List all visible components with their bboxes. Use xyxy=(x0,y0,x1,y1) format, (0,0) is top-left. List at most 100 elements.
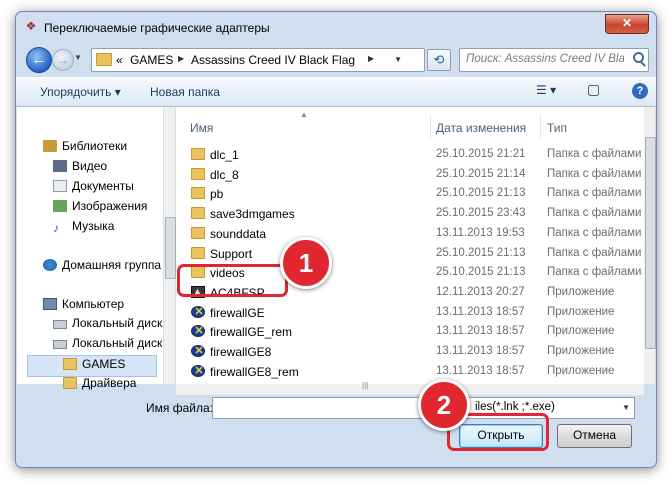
scrollbar-thumb[interactable] xyxy=(362,381,378,393)
search-placeholder: Поиск: Assassins Creed IV Bla... xyxy=(466,53,624,65)
sidebar-item-homegroup[interactable]: Домашняя группа xyxy=(43,258,161,272)
title-bar: ❖ Переключаемые графические адаптеры ✕ xyxy=(16,12,656,42)
table-row[interactable]: sounddata 13.11.2013 19:53 Папка с файлами xyxy=(186,224,641,244)
column-header-name[interactable]: Имя xyxy=(190,121,213,135)
folder-icon xyxy=(191,207,205,220)
folder-icon xyxy=(63,358,77,370)
folder-icon xyxy=(96,53,112,66)
table-row[interactable]: Support 25.10.2015 21:13 Папка с файлами xyxy=(186,244,641,264)
sidebar-item-images[interactable]: Изображения xyxy=(53,199,147,213)
chevron-down-icon[interactable]: ▼ xyxy=(394,55,402,64)
breadcrumb-games[interactable]: GAMES xyxy=(130,53,173,67)
recent-pages-dropdown-icon[interactable]: ▼ xyxy=(74,53,82,62)
application-icon xyxy=(191,364,206,377)
table-row[interactable]: save3dmgames 25.10.2015 23:43 Папка с файл… xyxy=(186,204,641,224)
file-type: Приложение xyxy=(547,285,615,298)
table-row[interactable]: firewallGE 13.11.2013 18:57 Приложение xyxy=(186,303,633,323)
file-type-value: iles(*.lnk ;*.exe) xyxy=(475,401,555,413)
file-name: firewallGE8 xyxy=(210,345,272,359)
table-row[interactable]: firewallGE_rem 13.11.2013 18:57 Приложение xyxy=(186,322,633,342)
file-type: Папка с файлами xyxy=(547,167,642,180)
sidebar-item-video[interactable]: Видео xyxy=(53,159,107,173)
close-button[interactable]: ✕ xyxy=(605,14,649,34)
new-folder-button[interactable]: Новая папка xyxy=(150,85,220,99)
sidebar-item-libraries[interactable]: Библиотеки xyxy=(43,139,127,153)
forward-button[interactable]: → xyxy=(52,49,74,71)
table-row[interactable]: firewallGE8 13.11.2013 18:57 Приложение xyxy=(186,342,633,362)
file-type: Папка с файлами xyxy=(547,207,642,220)
file-date: 13.11.2013 18:57 xyxy=(436,325,525,338)
music-icon: ♪ xyxy=(53,221,59,235)
table-row[interactable]: pb 25.10.2015 21:13 Папка с файлами xyxy=(186,184,641,204)
help-icon[interactable]: ? xyxy=(632,83,648,99)
application-icon xyxy=(191,305,206,318)
step-badge-2: 2 xyxy=(418,379,470,431)
disk-icon xyxy=(53,340,67,349)
file-name: save3dmgames xyxy=(210,207,295,222)
file-type: Приложение xyxy=(547,305,615,318)
sidebar-item-documents[interactable]: Документы xyxy=(53,179,134,193)
file-name: firewallGE xyxy=(210,305,265,320)
sidebar-item-music[interactable]: ♪ Музыка xyxy=(53,219,114,234)
file-date: 13.11.2013 18:57 xyxy=(436,305,525,318)
application-icon xyxy=(191,344,206,357)
file-list-scrollbar[interactable] xyxy=(644,107,656,384)
file-date: 25.10.2015 21:13 xyxy=(436,246,526,259)
column-header-type[interactable]: Тип xyxy=(547,121,567,135)
refresh-button[interactable]: ⟲ xyxy=(427,49,451,71)
cancel-button[interactable]: Отмена xyxy=(557,424,632,448)
images-icon xyxy=(53,200,67,212)
breadcrumb-overflow[interactable]: « xyxy=(116,53,123,67)
file-date: 13.11.2013 18:57 xyxy=(436,364,525,377)
sidebar-item-local-disk-c[interactable]: Локальный диск xyxy=(53,316,162,330)
file-date: 25.10.2015 21:13 xyxy=(436,266,526,279)
views-icon[interactable]: ☰ ▾ xyxy=(536,83,556,97)
breadcrumb-current-folder[interactable]: Assassins Creed IV Black Flag xyxy=(191,53,355,67)
sidebar-item-drivers[interactable]: Драйвера xyxy=(63,376,136,390)
file-type: Приложение xyxy=(547,325,615,338)
command-bar: Упорядочить ▾ Новая папка ☰ ▾ ▢ ? xyxy=(16,77,656,107)
horizontal-scrollbar[interactable] xyxy=(176,381,644,395)
folder-icon xyxy=(63,377,77,389)
table-row[interactable]: dlc_1 25.10.2015 21:21 Папка с файлами xyxy=(186,145,641,165)
file-name: firewallGE8_rem xyxy=(210,364,299,379)
table-row[interactable]: dlc_8 25.10.2015 21:14 Папка с файлами xyxy=(186,165,641,185)
column-divider[interactable] xyxy=(430,115,431,139)
column-divider[interactable] xyxy=(540,115,541,139)
scrollbar-thumb[interactable] xyxy=(165,217,176,279)
organize-button[interactable]: Упорядочить ▾ xyxy=(40,85,121,99)
search-input[interactable]: Поиск: Assassins Creed IV Bla... xyxy=(459,48,649,72)
navigation-pane: Библиотеки Видео Документы Изображения ♪… xyxy=(17,107,164,390)
sidebar-item-games[interactable]: GAMES xyxy=(63,357,125,371)
file-date: 25.10.2015 21:14 xyxy=(436,167,526,180)
search-icon[interactable] xyxy=(633,52,644,63)
file-type: Папка с файлами xyxy=(547,226,642,239)
chevron-right-icon[interactable]: ▶ xyxy=(368,54,374,63)
file-type: Папка с файлами xyxy=(547,266,642,279)
folder-icon xyxy=(191,187,205,200)
file-date: 13.11.2013 18:57 xyxy=(436,345,525,357)
table-row[interactable]: firewallGE8_rem 13.11.2013 18:57 Приложени… xyxy=(186,362,633,382)
file-date: 13.11.2013 19:53 xyxy=(436,226,525,239)
sidebar-item-computer[interactable]: Компьютер xyxy=(43,297,124,311)
computer-icon xyxy=(43,298,57,310)
file-type: Папка с файлами xyxy=(547,148,642,160)
sidebar-item-local-disk-d[interactable]: Локальный диск xyxy=(53,336,162,350)
filename-label: Имя файла: xyxy=(146,401,213,415)
folder-icon xyxy=(191,167,205,180)
chevron-down-icon[interactable]: ▼ xyxy=(622,403,630,412)
address-bar[interactable]: « GAMES ▶ Assassins Creed IV Black Flag … xyxy=(91,48,425,72)
chevron-right-icon[interactable]: ▶ xyxy=(178,54,184,63)
file-name: firewallGE_rem xyxy=(210,325,293,340)
disk-icon xyxy=(53,320,67,329)
navigation-bar: ← → ▼ « GAMES ▶ Assassins Creed IV Black… xyxy=(16,45,656,75)
file-date: 12.11.2013 20:27 xyxy=(436,285,525,298)
file-name: dlc_1 xyxy=(210,148,239,162)
file-type: Приложение xyxy=(547,364,615,377)
file-open-dialog: ❖ Переключаемые графические адаптеры ✕ ←… xyxy=(15,11,657,468)
navigation-scrollbar[interactable] xyxy=(164,107,176,384)
preview-pane-icon[interactable]: ▢ xyxy=(587,81,600,98)
back-button[interactable]: ← xyxy=(26,47,52,73)
scrollbar-thumb[interactable] xyxy=(645,137,656,349)
column-header-date[interactable]: Дата изменения xyxy=(436,121,526,135)
